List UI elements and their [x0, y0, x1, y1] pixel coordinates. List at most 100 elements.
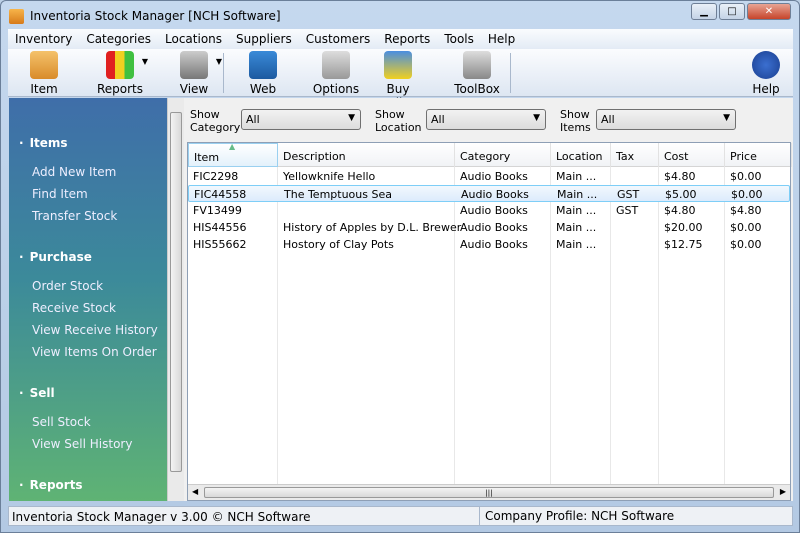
dropdown-arrow-icon[interactable]: ▼: [216, 57, 222, 66]
chevron-down-icon: ▼: [723, 113, 730, 123]
cell-location: Main ...: [556, 238, 597, 251]
sidebar-item-add-new-item[interactable]: Add New Item: [32, 165, 116, 179]
horizontal-scrollbar[interactable]: ◀ ||| ▶: [188, 484, 790, 500]
sidebar-item-receive-stock[interactable]: Receive Stock: [32, 301, 116, 315]
toolbar-label: ToolBox: [454, 82, 500, 96]
table-row[interactable]: FV13499 Audio Books Main ... GST $4.80 $4.80: [188, 202, 790, 219]
cell-price: $0.00: [730, 170, 762, 183]
table-row[interactable]: HIS44556 History of Apples by D.L. Brewer…: [188, 219, 790, 236]
sidebar-item-view-sell-history[interactable]: View Sell History: [32, 437, 132, 451]
cell-price: $4.80: [730, 204, 762, 217]
chevron-down-icon: ▼: [533, 113, 540, 123]
cell-item: HIS44556: [193, 221, 247, 234]
label-line: Show: [560, 108, 590, 121]
globe-window-icon: [249, 51, 277, 79]
sidebar-item-order-stock[interactable]: Order Stock: [32, 279, 103, 293]
column-header-description[interactable]: Description: [278, 143, 455, 167]
toolbar-label: Reports: [96, 82, 144, 96]
cell-description: Hostory of Clay Pots: [283, 238, 394, 251]
table-row[interactable]: HIS55662 Hostory of Clay Pots Audio Books M…: [188, 236, 790, 253]
sort-ascending-icon: ▲: [229, 142, 236, 151]
menu-locations[interactable]: Locations: [158, 32, 229, 46]
cell-cost: $12.75: [664, 238, 703, 251]
cell-item: FIC44558: [194, 188, 247, 201]
sidebar-item-sell-stock[interactable]: Sell Stock: [32, 415, 91, 429]
sidebar: · Items Add New Item Find Item Transfer Stoc…: [9, 98, 167, 501]
section-title: Items: [29, 136, 68, 150]
cell-location: Main ...: [556, 170, 597, 183]
main-panel: Show Category All ▼ Show Location All ▼ Show Item…: [184, 98, 793, 501]
items-table: Item Description Category Location Tax Cost Pr…: [187, 142, 792, 501]
column-header-cost[interactable]: Cost: [659, 143, 725, 167]
column-header-tax[interactable]: Tax: [611, 143, 659, 167]
cell-cost: $4.80: [664, 204, 696, 217]
menu-inventory[interactable]: Inventory: [8, 32, 79, 46]
toolbar-view-button[interactable]: View ▼: [166, 51, 222, 96]
label-line: Show: [375, 108, 405, 121]
status-version: Inventoria Stock Manager v 3.00 © NCH So…: [12, 510, 311, 524]
sidebar-item-view-items-on-order[interactable]: View Items On Order: [32, 345, 157, 359]
filter-items-select[interactable]: All ▼: [596, 109, 736, 130]
scroll-left-icon[interactable]: ◀: [192, 487, 198, 496]
add-item-icon: [30, 51, 58, 79]
chevron-down-icon: ▼: [348, 113, 355, 123]
table-row[interactable]: FIC2298 Yellowknife Hello Audio Books Main …: [188, 168, 790, 185]
toolbar-label: Options: [312, 82, 360, 96]
selected-value: All: [246, 113, 260, 126]
app-icon: [9, 8, 24, 24]
maximize-button[interactable]: □: [719, 3, 745, 20]
table-row[interactable]: FIC44558 The Temptuous Sea Audio Books Main…: [188, 185, 790, 202]
filter-label: Show Items: [560, 108, 591, 134]
sidebar-scrollbar[interactable]: [167, 98, 184, 501]
toolbar-reports-button[interactable]: Reports ▼: [92, 51, 148, 96]
toolbar-item-button[interactable]: Item: [16, 51, 72, 96]
cell-category: Audio Books: [460, 238, 528, 251]
sidebar-section-items[interactable]: · Items: [19, 136, 68, 150]
sidebar-item-transfer-stock[interactable]: Transfer Stock: [32, 209, 117, 223]
sidebar-item-view-receive-history[interactable]: View Receive History: [32, 323, 158, 337]
sidebar-section-purchase[interactable]: · Purchase: [19, 250, 92, 264]
toolbar-separator: [510, 53, 511, 93]
window-title: Inventoria Stock Manager [NCH Software]: [30, 9, 281, 23]
bullet-icon: ·: [19, 478, 24, 492]
scroll-thumb[interactable]: [170, 112, 182, 472]
cell-description: Yellowknife Hello: [283, 170, 376, 183]
cell-description: The Temptuous Sea: [284, 188, 392, 201]
toolbar-toolbox-button[interactable]: ToolBox: [449, 51, 505, 96]
help-icon: [752, 51, 780, 79]
sidebar-section-reports[interactable]: · Reports: [19, 478, 83, 492]
column-header-category[interactable]: Category: [455, 143, 551, 167]
cell-item: FIC2298: [193, 170, 239, 183]
menu-tools[interactable]: Tools: [437, 32, 481, 46]
cell-description: History of Apples by D.L. Brewer: [283, 221, 462, 234]
bullet-icon: ·: [19, 250, 24, 264]
cell-tax: GST: [617, 188, 640, 201]
cell-category: Audio Books: [461, 188, 529, 201]
filter-category-select[interactable]: All ▼: [241, 109, 361, 130]
toolbar-options-button[interactable]: Options: [308, 51, 364, 96]
sidebar-section-sell[interactable]: · Sell: [19, 386, 55, 400]
close-button[interactable]: ✕: [747, 3, 791, 20]
status-company: Company Profile: NCH Software: [479, 507, 674, 525]
column-header-location[interactable]: Location: [551, 143, 611, 167]
label-line: Location: [375, 121, 422, 134]
section-title: Purchase: [29, 250, 92, 264]
menu-customers[interactable]: Customers: [299, 32, 378, 46]
status-bar: Inventoria Stock Manager v 3.00 © NCH So…: [8, 506, 793, 526]
menu-suppliers[interactable]: Suppliers: [229, 32, 299, 46]
minimize-button[interactable]: ▁: [691, 3, 717, 20]
cell-location: Main ...: [556, 204, 597, 217]
scroll-thumb[interactable]: |||: [204, 487, 774, 498]
cell-location: Main ...: [556, 221, 597, 234]
cell-price: $0.00: [730, 221, 762, 234]
toolbar-help-button[interactable]: Help: [738, 51, 794, 96]
sidebar-item-find-item[interactable]: Find Item: [32, 187, 88, 201]
menu-categories[interactable]: Categories: [79, 32, 158, 46]
column-header-price[interactable]: Price: [725, 143, 792, 167]
menu-reports[interactable]: Reports: [377, 32, 437, 46]
dropdown-arrow-icon[interactable]: ▼: [142, 57, 148, 66]
label-line: Show: [190, 108, 220, 121]
menu-help[interactable]: Help: [481, 32, 522, 46]
filter-location-select[interactable]: All ▼: [426, 109, 546, 130]
scroll-right-icon[interactable]: ▶: [780, 487, 786, 496]
